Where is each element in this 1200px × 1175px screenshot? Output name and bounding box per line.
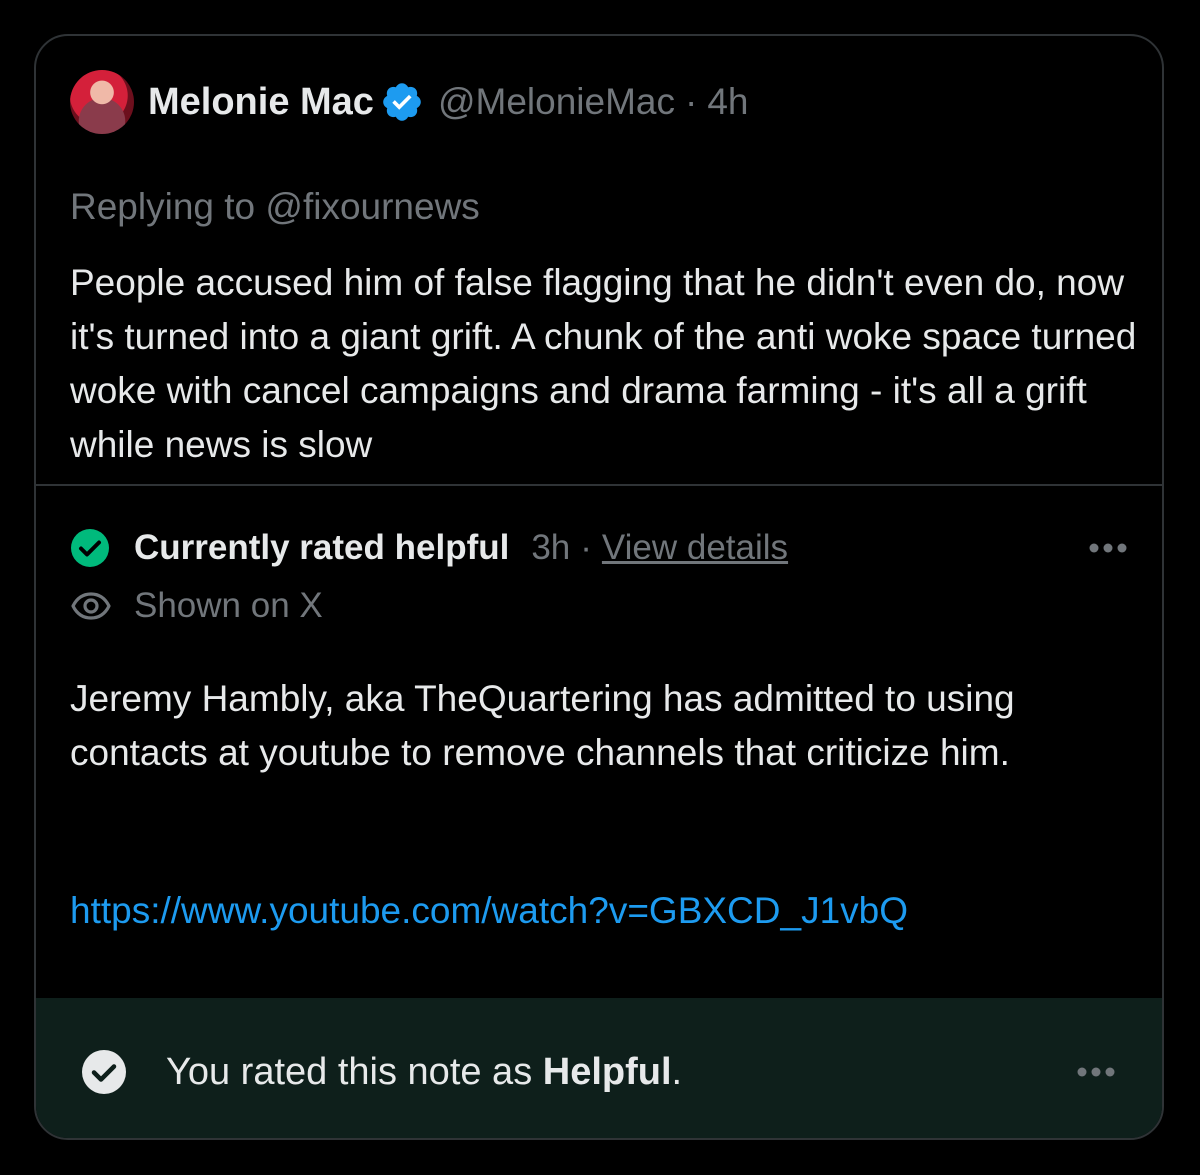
verified-badge-icon (383, 83, 421, 121)
note-status-row: Currently rated helpful 3h · View detail… (70, 528, 788, 568)
more-horizontal-icon[interactable] (1072, 1058, 1120, 1086)
view-details-link[interactable]: View details (602, 528, 788, 568)
eye-icon (71, 592, 111, 620)
tweet-text: People accused him of false flagging tha… (70, 262, 1137, 465)
more-horizontal-icon[interactable] (1084, 534, 1132, 562)
note-source-link[interactable]: https://www.youtube.com/watch?v=GBXCD_J1… (70, 890, 908, 932)
separator-dot: · (684, 81, 698, 122)
quoted-tweet[interactable]: Melonie Mac @MelonieMac · 4h Replying to… (36, 36, 1162, 484)
note-text: Jeremy Hambly, aka TheQuartering has adm… (70, 678, 1015, 773)
rating-message-prefix: You rated this note as (166, 1051, 543, 1093)
display-name[interactable]: Melonie Mac (148, 81, 374, 124)
rating-message: You rated this note as Helpful. (166, 1048, 682, 1096)
check-circle-icon (82, 1050, 126, 1094)
shown-on-x-row: Shown on X (70, 586, 323, 626)
rating-value: Helpful (542, 1051, 672, 1093)
divider (36, 484, 1162, 486)
rating-footer: You rated this note as Helpful. (36, 998, 1162, 1138)
community-note-card: Melonie Mac @MelonieMac · 4h Replying to… (34, 34, 1164, 1140)
tweet-header: Melonie Mac @MelonieMac · 4h (148, 80, 748, 124)
check-circle-icon (71, 529, 109, 567)
shown-on-x-label: Shown on X (134, 586, 323, 625)
note-status-label: Currently rated helpful (134, 528, 510, 567)
avatar[interactable] (70, 70, 134, 134)
note-time: 3h (531, 528, 571, 567)
replying-to: Replying to @fixournews (70, 186, 480, 227)
separator-dot: · (580, 528, 592, 567)
handle[interactable]: @MelonieMac (438, 81, 675, 123)
timestamp[interactable]: 4h (707, 81, 748, 123)
rating-message-suffix: . (671, 1051, 683, 1093)
